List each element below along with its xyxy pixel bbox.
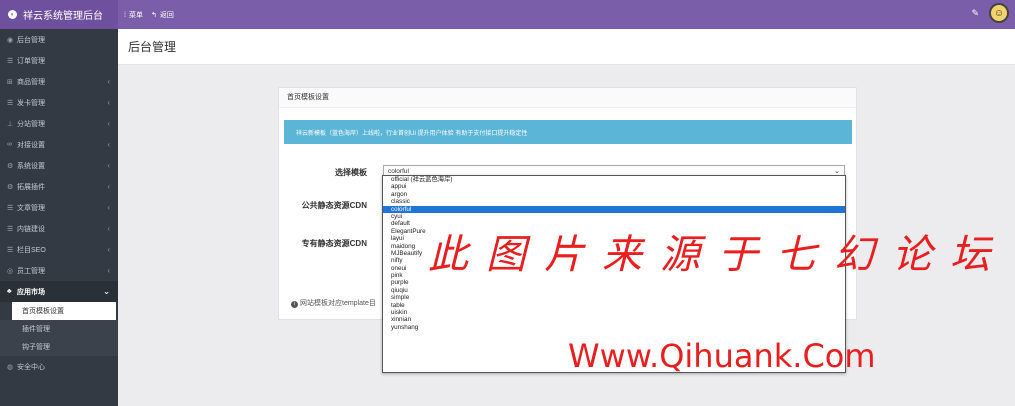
sidebar-subitem-template[interactable]: 首页模板设置 [12,302,116,320]
sidebar-item-staff[interactable]: ◎ 员工管理 ‹ [0,260,118,281]
article-icon: ☰ [7,204,14,212]
chevron-left-icon: ‹ [107,203,110,212]
sidebar-item-dashboard[interactable]: ◉ 后台管理 [0,29,118,50]
dropdown-option[interactable]: argon [383,191,845,198]
sidebar-item-security[interactable]: ◍ 安全中心 [0,356,118,377]
sidebar-subitem-hooks[interactable]: 钩子管理 [0,338,118,356]
cart-icon: ⊞ [7,78,13,86]
sidebar-item-articles[interactable]: ☰ 文章管理 ‹ [0,197,118,218]
back-button[interactable]: ↰ 返回 [151,10,174,20]
dashboard-icon: ◉ [7,36,14,44]
chevron-left-icon: ‹ [107,98,110,107]
gear-icon: ⚙ [7,162,14,170]
plugin-icon: ⚙ [7,183,14,191]
dropdown-option[interactable]: official (祥云蓝色海岸) [383,176,845,183]
card-title: 首页模板设置 [279,88,856,108]
template-hint: i 网站模板对应template目 [291,298,376,308]
chevron-left-icon: ‹ [107,140,110,149]
dropdown-option[interactable]: yunshang [383,324,845,331]
dropdown-option[interactable]: table [383,302,845,309]
sidebar-item-substations[interactable]: ⊥ 分站管理 ‹ [0,113,118,134]
dropdown-option[interactable]: purple [383,279,845,286]
top-bar: ◐ 祥云系统管理后台 ⁞ 菜单 ↰ 返回 ✎ ☺ [0,0,1015,29]
dropdown-option-selected[interactable]: colorful [383,205,845,213]
logo-icon: ◐ [8,10,17,19]
back-icon: ↰ [150,11,157,19]
chevron-down-icon: ⌄ [103,287,110,296]
sitemap-icon: ⊥ [7,120,14,128]
sidebar-item-docking[interactable]: ∞ 对接设置 ‹ [0,134,118,155]
sidebar-subitem-plugins[interactable]: 插件管理 [0,320,118,338]
chevron-left-icon: ‹ [107,266,110,275]
list-icon: ☰ [7,57,14,65]
brand-title: 祥云系统管理后台 [23,11,103,22]
chevron-left-icon: ‹ [107,77,110,86]
public-cdn-label: 公共静态资源CDN [301,201,367,210]
sidebar-item-plugins[interactable]: ⚙ 拓展插件 ‹ [0,176,118,197]
sidebar: ◉ 后台管理 ☰ 订单管理 ⊞ 商品管理 ‹ ☰ 发卡管理 ‹ ⊥ 分站管理 ‹ ∞ 对接设置 ‹ … [0,29,118,406]
watermark-url: Www.Qihuank.Com [568,337,876,375]
top-right: ✎ ☺ [971,3,1009,23]
menu-icon: ⁞ [124,11,126,19]
link-icon: ∞ [7,141,12,148]
brand[interactable]: ◐ 祥云系统管理后台 [0,0,118,29]
info-icon: i [291,301,298,308]
info-alert: 祥云新模板（蓝色海岸）上线啦，行业首创UI 提升用户体验 有助于支付接口提升稳定… [284,120,852,144]
chevron-left-icon: ‹ [107,161,110,170]
card-icon: ☰ [7,99,14,107]
sidebar-item-cards[interactable]: ☰ 发卡管理 ‹ [0,92,118,113]
sidebar-item-system[interactable]: ⚙ 系统设置 ‹ [0,155,118,176]
chevron-left-icon: ‹ [107,182,110,191]
top-nav: ⁞ 菜单 ↰ 返回 [124,0,174,29]
chevron-left-icon: ‹ [107,119,110,128]
sidebar-item-seo[interactable]: ☰ 栏目SEO ‹ [0,239,118,260]
dropdown-option[interactable]: appui [383,183,845,190]
watermark-text: 此图片来源于七幻论坛 [428,232,1008,278]
seo-icon: ☰ [7,246,14,254]
private-cdn-label: 专有静态资源CDN [301,239,367,248]
dropdown-option[interactable]: simple [383,294,845,301]
user-icon: ◎ [7,267,14,275]
app-icon: ♣ [7,288,12,295]
dropdown-option[interactable]: qiuqiu [383,287,845,294]
template-label: 选择模板 [335,168,367,177]
sidebar-item-orders[interactable]: ☰ 订单管理 [0,50,118,71]
dropdown-option[interactable]: xinnian [383,316,845,323]
dropdown-option[interactable]: classic [383,198,845,205]
avatar[interactable]: ☺ [989,3,1009,23]
template-select-value: colorful [388,168,409,175]
menu-toggle-button[interactable]: ⁞ 菜单 [124,10,143,20]
chain-icon: ☰ [7,225,14,233]
sidebar-item-links[interactable]: ☰ 内链建设 ‹ [0,218,118,239]
chevron-left-icon: ‹ [107,245,110,254]
sidebar-item-products[interactable]: ⊞ 商品管理 ‹ [0,71,118,92]
page-title: 后台管理 [118,29,1015,65]
sidebar-item-app-market[interactable]: ♣ 应用市场 ⌄ [0,281,118,302]
dropdown-option[interactable]: cyui [383,213,845,220]
tool-icon[interactable]: ✎ [971,8,979,19]
dropdown-option[interactable]: uiskin [383,309,845,316]
chevron-left-icon: ‹ [107,224,110,233]
shield-icon: ◍ [7,363,14,371]
